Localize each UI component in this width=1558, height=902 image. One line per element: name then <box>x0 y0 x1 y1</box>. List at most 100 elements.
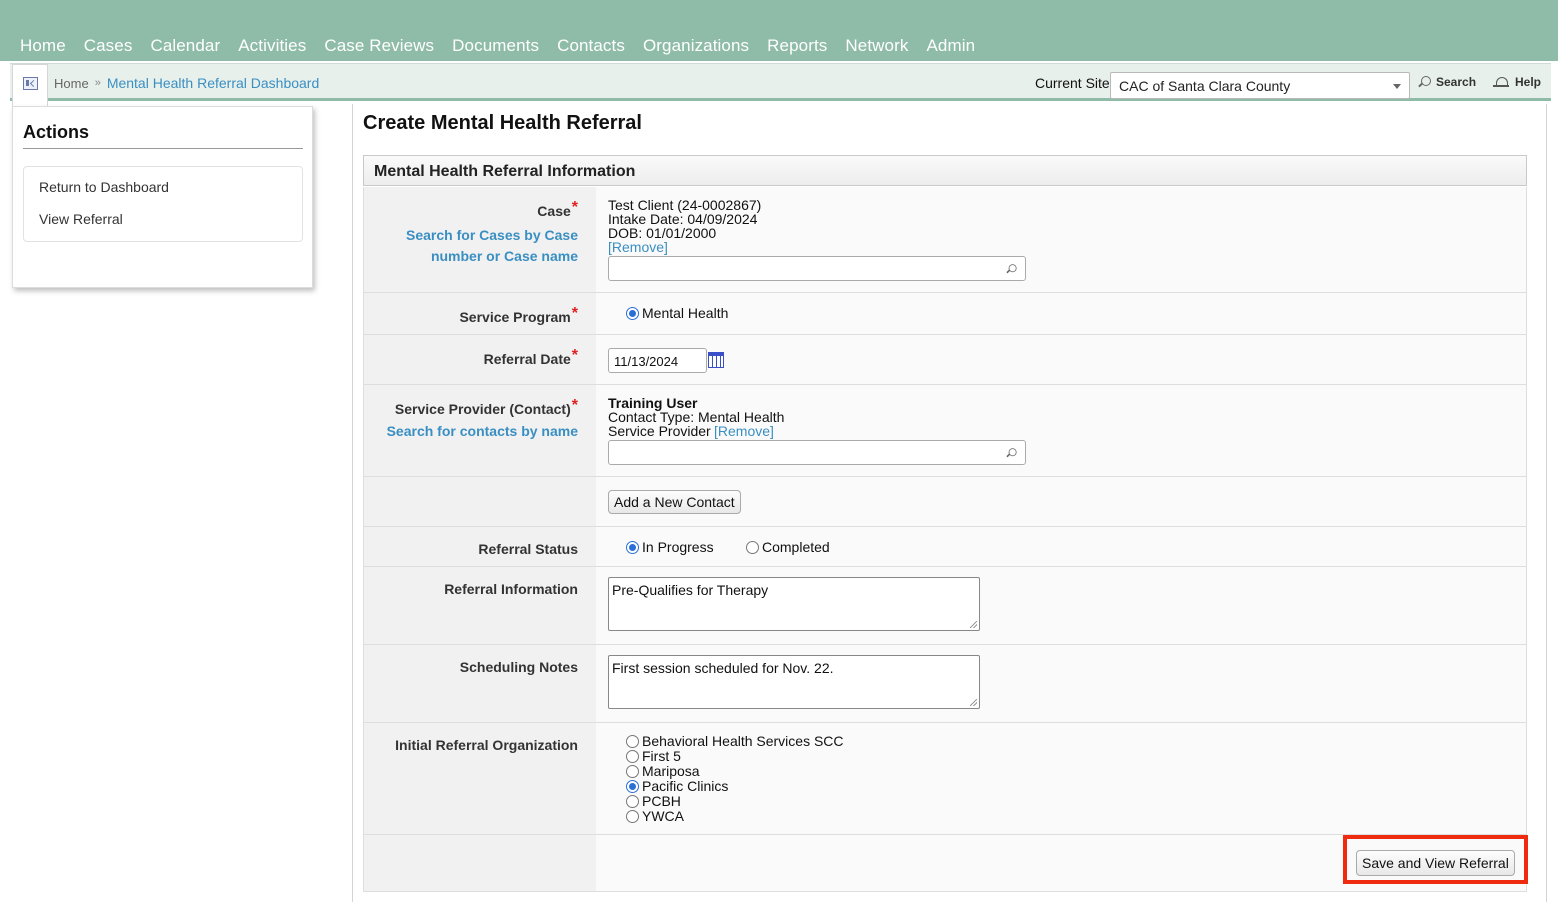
referral-status-in-progress[interactable]: In Progress <box>626 539 714 555</box>
chevron-down-icon <box>1393 84 1401 89</box>
nav-reports[interactable]: Reports <box>767 36 827 56</box>
breadcrumb-home[interactable]: Home <box>54 76 89 91</box>
referral-status-label-cell: Referral Status <box>364 527 596 566</box>
nav-contacts[interactable]: Contacts <box>557 36 625 56</box>
service-program-label-cell: Service Program* <box>364 293 596 334</box>
help-link[interactable]: Help <box>1493 75 1541 89</box>
organization-option-label: YWCA <box>642 808 684 824</box>
referral-information-label-cell: Referral Information <box>364 567 596 644</box>
referral-date-label: Referral Date <box>483 351 571 367</box>
radio-unselected[interactable] <box>626 809 639 823</box>
referral-status-option-label: Completed <box>762 539 830 555</box>
organization-option-label: First 5 <box>642 748 681 764</box>
highlight-annotation <box>1343 835 1528 884</box>
page-title: Create Mental Health Referral <box>363 112 642 134</box>
referral-date-input[interactable]: 11/13/2024 <box>608 348 707 373</box>
required-marker: * <box>571 347 578 364</box>
initial-referral-organization-label: Initial Referral Organization <box>395 737 578 753</box>
required-marker: * <box>571 305 578 322</box>
referral-information-text: Pre-Qualifies for Therapy <box>612 582 769 598</box>
nav-organizations[interactable]: Organizations <box>643 36 749 56</box>
current-site-select[interactable]: CAC of Santa Clara County <box>1110 72 1410 99</box>
organization-option[interactable]: Behavioral Health Services SCC <box>626 733 844 749</box>
referral-status-completed[interactable]: Completed <box>746 539 830 555</box>
search-icon <box>1006 264 1017 274</box>
view-referral-link[interactable]: View Referral <box>39 211 123 227</box>
referral-information-label: Referral Information <box>444 581 578 597</box>
referral-status-option-label: In Progress <box>642 539 714 555</box>
section-header: Mental Health Referral Information <box>363 155 1527 186</box>
service-program-label: Service Program <box>459 309 571 325</box>
add-new-contact-button[interactable]: Add a New Contact <box>608 490 741 514</box>
case-search-input[interactable] <box>608 256 1026 281</box>
referral-date-row: Referral Date* 11/13/2024 <box>363 335 1527 385</box>
organization-option[interactable]: PCBH <box>626 793 681 809</box>
add-contact-label-cell <box>364 477 596 526</box>
service-provider-name: Training User <box>608 395 698 411</box>
organization-option-label: Mariposa <box>642 763 700 779</box>
nav-cases[interactable]: Cases <box>84 36 133 56</box>
current-site-label: Current Site <box>1035 75 1110 91</box>
referral-status-row: Referral Status In Progress Completed <box>363 527 1527 567</box>
calendar-icon[interactable] <box>708 352 724 368</box>
search-link[interactable]: Search <box>1418 75 1476 89</box>
nav-calendar[interactable]: Calendar <box>150 36 220 56</box>
service-provider-remove-link[interactable]: [Remove] <box>714 424 774 438</box>
case-row: Case* Search for Cases by Case number or… <box>363 187 1527 293</box>
breadcrumb-current[interactable]: Mental Health Referral Dashboard <box>107 75 319 91</box>
service-provider-row: Service Provider (Contact)* Search for c… <box>363 385 1527 477</box>
nav-admin[interactable]: Admin <box>926 36 975 56</box>
resize-grip-icon[interactable] <box>970 699 977 706</box>
radio-unselected[interactable] <box>626 734 639 748</box>
radio-selected[interactable] <box>626 779 639 793</box>
radio-unselected[interactable] <box>626 764 639 778</box>
organization-option[interactable]: First 5 <box>626 748 681 764</box>
radio-unselected[interactable] <box>746 540 759 554</box>
service-provider-search-help: Search for contacts by name <box>386 423 578 439</box>
case-label-cell: Case* Search for Cases by Case number or… <box>364 187 596 292</box>
nav-network[interactable]: Network <box>845 36 908 56</box>
search-link-label: Search <box>1436 75 1477 89</box>
referral-date-value: 11/13/2024 <box>614 354 679 369</box>
radio-unselected[interactable] <box>626 749 639 763</box>
sidebar-toggle-button[interactable] <box>12 64 48 108</box>
actions-divider <box>23 148 303 149</box>
service-program-option[interactable]: Mental Health <box>626 305 728 321</box>
case-client: Test Client (24-0002867) <box>608 197 762 213</box>
nav-case-reviews[interactable]: Case Reviews <box>324 36 434 56</box>
service-provider-contact-type-cont: Service Provider <box>608 423 711 439</box>
nav-home[interactable]: Home <box>20 36 66 56</box>
help-link-label: Help <box>1515 75 1542 89</box>
breadcrumb: Home » Mental Health Referral Dashboard <box>54 75 319 91</box>
referral-information-value-cell: Pre-Qualifies for Therapy <box>596 567 1526 644</box>
initial-referral-organization-row: Initial Referral Organization Behavioral… <box>363 723 1527 835</box>
organization-option[interactable]: YWCA <box>626 808 684 824</box>
actions-list: Return to Dashboard View Referral <box>23 166 303 242</box>
service-program-value-cell: Mental Health <box>596 293 1526 334</box>
help-icon <box>1493 76 1509 88</box>
scheduling-notes-row: Scheduling Notes First session scheduled… <box>363 645 1527 723</box>
nav-documents[interactable]: Documents <box>452 36 539 56</box>
referral-date-label-cell: Referral Date* <box>364 335 596 384</box>
actions-panel: Actions Return to Dashboard View Referra… <box>12 106 313 288</box>
initial-referral-organization-value-cell: Behavioral Health Services SCC First 5 M… <box>596 723 1526 834</box>
referral-information-textarea[interactable]: Pre-Qualifies for Therapy <box>608 577 980 631</box>
initial-referral-organization-label-cell: Initial Referral Organization <box>364 723 596 834</box>
return-to-dashboard-link[interactable]: Return to Dashboard <box>39 179 169 195</box>
case-remove-link[interactable]: [Remove] <box>608 240 668 254</box>
service-provider-search-input[interactable] <box>608 440 1026 465</box>
scheduling-notes-textarea[interactable]: First session scheduled for Nov. 22. <box>608 655 980 709</box>
service-provider-value-cell: Training User Contact Type: Mental Healt… <box>596 385 1526 476</box>
radio-unselected[interactable] <box>626 794 639 808</box>
add-contact-value-cell: Add a New Contact <box>596 477 1526 526</box>
search-icon <box>1418 76 1431 88</box>
resize-grip-icon[interactable] <box>970 621 977 628</box>
radio-selected[interactable] <box>626 540 639 554</box>
case-intake-date: Intake Date: 04/09/2024 <box>608 211 758 227</box>
nav-activities[interactable]: Activities <box>238 36 306 56</box>
referral-status-label: Referral Status <box>478 541 578 557</box>
organization-option[interactable]: Pacific Clinics <box>626 778 728 794</box>
organization-option[interactable]: Mariposa <box>626 763 700 779</box>
radio-selected[interactable] <box>626 306 639 320</box>
referral-date-value-cell: 11/13/2024 <box>596 335 1526 384</box>
